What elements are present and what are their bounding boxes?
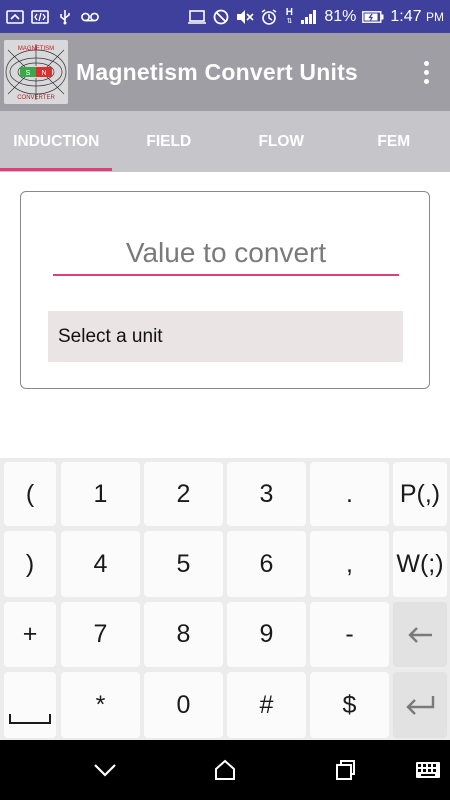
key-open-paren[interactable]: ( (4, 462, 56, 526)
logo-pole-n: N (41, 70, 46, 77)
key-dollar[interactable]: $ (310, 672, 389, 738)
alarm-icon (260, 8, 278, 25)
status-bar: H ⇅ 81% 1:47 PM (0, 0, 450, 33)
code-icon (31, 9, 49, 25)
back-icon[interactable] (89, 754, 121, 786)
key-hash[interactable]: # (227, 672, 306, 738)
cast-icon (188, 9, 207, 25)
key-dot[interactable]: . (310, 462, 389, 526)
keyboard-icon[interactable] (413, 754, 443, 786)
battery-percentage: 81% (324, 7, 357, 25)
key-comma[interactable]: , (310, 531, 389, 597)
home-icon[interactable] (209, 754, 241, 786)
value-input[interactable] (53, 230, 399, 276)
tab-field[interactable]: FIELD (113, 111, 226, 172)
overflow-menu-icon[interactable] (416, 57, 436, 87)
app-bar: S N MAGNETISM CONVERTER Magnetism Conver… (0, 33, 450, 111)
keyboard: ( 1 2 3 . P(,) ) 4 5 6 , W(;) + 7 8 9 - … (0, 458, 450, 740)
tab-indicator (0, 168, 112, 171)
conversion-card: Select a unit (20, 191, 430, 389)
space-key[interactable] (4, 672, 56, 738)
unit-select[interactable]: Select a unit (48, 311, 403, 362)
value-input-underline (53, 274, 399, 276)
logo-text-top: MAGNETISM (18, 46, 54, 52)
key-plus[interactable]: + (4, 602, 56, 667)
signal-icon (300, 9, 318, 25)
key-close-paren[interactable]: ) (4, 531, 56, 597)
network-h-icon: H ⇅ (285, 7, 293, 26)
navigation-bar (0, 740, 450, 800)
tab-bar: INDUCTION FIELD FLOW FEM (0, 111, 450, 172)
logo-text-bottom: CONVERTER (17, 95, 55, 101)
key-minus[interactable]: - (310, 602, 389, 667)
key-9[interactable]: 9 (227, 602, 306, 667)
space-icon (9, 714, 51, 724)
key-pause[interactable]: P(,) (393, 462, 447, 526)
backspace-icon (408, 626, 432, 643)
do-not-disturb-icon (212, 9, 230, 25)
recents-icon[interactable] (329, 754, 361, 786)
key-0[interactable]: 0 (144, 672, 223, 738)
key-5[interactable]: 5 (144, 531, 223, 597)
app-title: Magnetism Convert Units (76, 58, 358, 85)
battery-charging-icon (362, 9, 384, 25)
key-8[interactable]: 8 (144, 602, 223, 667)
key-3[interactable]: 3 (227, 462, 306, 526)
key-7[interactable]: 7 (61, 602, 140, 667)
backspace-key[interactable] (393, 602, 447, 667)
tab-flow[interactable]: FLOW (225, 111, 338, 172)
key-asterisk[interactable]: * (61, 672, 140, 738)
enter-key[interactable] (393, 672, 447, 738)
key-2[interactable]: 2 (144, 462, 223, 526)
usb-icon (56, 9, 74, 25)
key-6[interactable]: 6 (227, 531, 306, 597)
voicemail-icon (81, 9, 99, 25)
enter-icon (406, 696, 435, 715)
sync-icon (6, 9, 24, 25)
key-wait[interactable]: W(;) (393, 531, 447, 597)
tab-fem[interactable]: FEM (338, 111, 450, 172)
tab-induction[interactable]: INDUCTION (0, 111, 113, 172)
key-1[interactable]: 1 (61, 462, 140, 526)
logo-pole-s: S (26, 70, 31, 77)
clock: 1:47 PM (390, 7, 444, 25)
mute-icon (236, 9, 254, 25)
magnet-converter-logo-icon: S N MAGNETISM CONVERTER (4, 40, 68, 104)
key-4[interactable]: 4 (61, 531, 140, 597)
